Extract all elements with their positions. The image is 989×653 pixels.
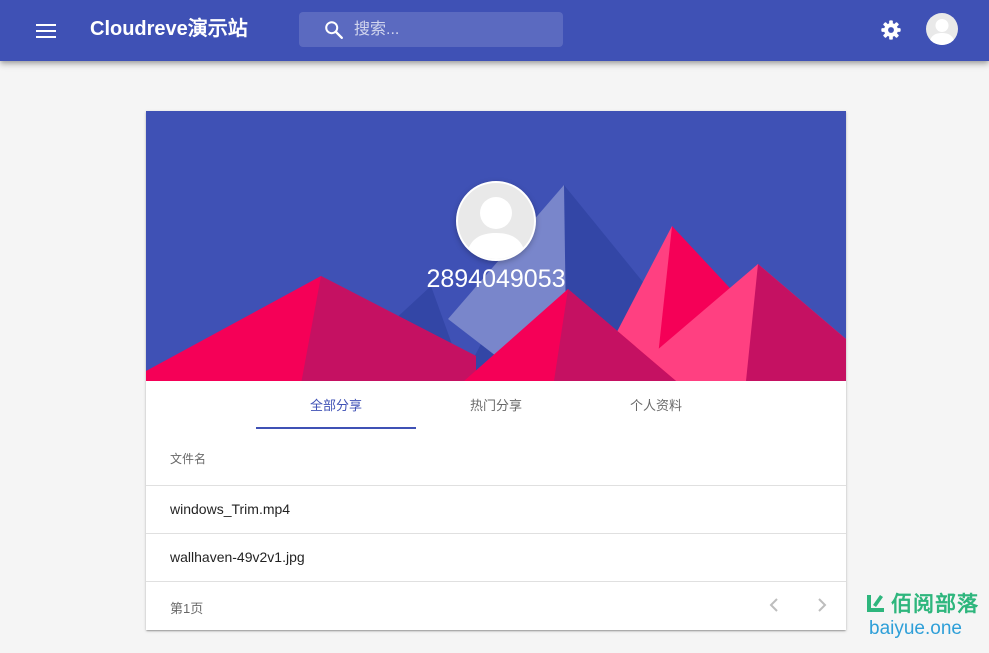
watermark-text: 佰阅部落 — [891, 593, 979, 616]
profile-card: 2894049053 全部分享 热门分享 个人资料 文件名 windows_Tr… — [146, 111, 846, 630]
search-box[interactable] — [299, 12, 563, 47]
gear-icon — [881, 20, 901, 40]
table-header: 文件名 — [146, 429, 846, 486]
chevron-left-icon — [769, 598, 778, 612]
menu-icon — [36, 24, 56, 38]
watermark-url: baiyue.one — [869, 618, 962, 639]
tab-profile-info[interactable]: 个人资料 — [576, 381, 736, 429]
tab-hot-shares[interactable]: 热门分享 — [416, 381, 576, 429]
settings-button[interactable] — [874, 13, 908, 47]
page-indicator: 第1页 — [170, 601, 204, 616]
prev-page-button[interactable] — [759, 587, 789, 623]
profile-avatar-icon — [466, 197, 526, 259]
profile-user-id: 2894049053 — [426, 265, 566, 293]
app-title[interactable]: Cloudreve演示站 — [90, 17, 248, 41]
watermark-logo-icon — [867, 595, 884, 612]
watermark: 佰阅部落 baiyue.one — [864, 589, 982, 639]
next-page-button[interactable] — [807, 587, 837, 623]
table-row[interactable]: wallhaven-49v2v1.jpg — [146, 534, 846, 582]
table-row[interactable]: windows_Trim.mp4 — [146, 486, 846, 534]
tab-all-shares[interactable]: 全部分享 — [256, 381, 416, 429]
avatar-icon — [929, 19, 955, 45]
search-icon — [325, 21, 343, 39]
profile-banner: 2894049053 — [146, 111, 846, 381]
profile-tabs: 全部分享 热门分享 个人资料 — [256, 381, 736, 429]
column-header-filename: 文件名 — [170, 452, 207, 466]
file-name[interactable]: wallhaven-49v2v1.jpg — [170, 549, 305, 565]
profile-avatar — [456, 181, 536, 261]
menu-button[interactable] — [26, 11, 66, 51]
app-bar: Cloudreve演示站 — [0, 0, 989, 61]
search-input[interactable] — [354, 12, 554, 47]
file-name[interactable]: windows_Trim.mp4 — [170, 501, 290, 517]
account-avatar-button[interactable] — [926, 13, 958, 45]
chevron-right-icon — [818, 598, 827, 612]
